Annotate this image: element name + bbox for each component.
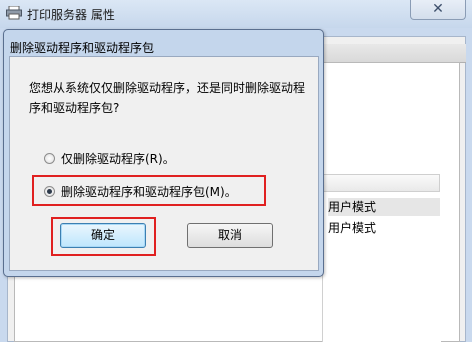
list-item[interactable]: 用户模式 xyxy=(328,198,440,216)
list-item[interactable]: 用户模式 xyxy=(328,219,376,236)
close-button[interactable]: ✕ xyxy=(410,0,466,20)
dialog-message: 您想从系统仅仅删除驱动程序，还是同时删除驱动程序和驱动程序包? xyxy=(29,81,306,115)
parent-window-title: 打印服务器 属性 xyxy=(27,8,115,22)
dialog-title: 删除驱动程序和驱动程序包 xyxy=(10,41,155,55)
radio-remove-driver-only[interactable]: 仅删除驱动程序(R)。 xyxy=(44,150,175,168)
radio-label: 仅删除驱动程序(R)。 xyxy=(61,152,175,166)
radio-remove-driver-and-package[interactable]: 删除驱动程序和驱动程序包(M)。 xyxy=(44,183,237,201)
cancel-button[interactable]: 取消 xyxy=(187,223,273,248)
ok-button[interactable]: 确定 xyxy=(60,223,146,248)
driver-list-header xyxy=(322,174,440,192)
close-icon: ✕ xyxy=(432,1,444,17)
radio-label: 删除驱动程序和驱动程序包(M)。 xyxy=(61,185,237,199)
printer-icon xyxy=(6,5,22,20)
parent-title-bar: 打印服务器 属性 ✕ xyxy=(0,0,472,28)
radio-button-icon[interactable] xyxy=(44,153,55,164)
radio-button-checked-icon[interactable] xyxy=(44,186,55,197)
